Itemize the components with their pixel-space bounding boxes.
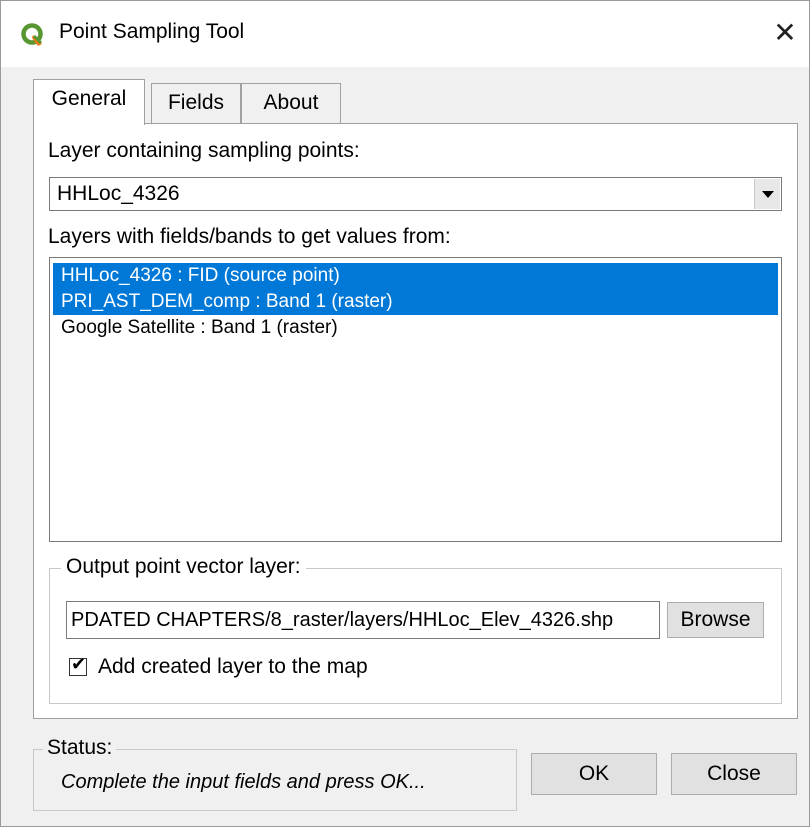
list-item[interactable]: Google Satellite : Band 1 (raster) xyxy=(53,315,778,341)
output-path-input[interactable] xyxy=(67,602,659,638)
sampling-layer-select[interactable]: HHLoc_4326 xyxy=(49,177,782,211)
add-to-map-checkbox[interactable]: ✔ xyxy=(69,654,87,676)
browse-button[interactable]: Browse xyxy=(667,602,764,638)
add-to-map-label: Add created layer to the map xyxy=(98,655,368,678)
source-layers-list[interactable]: HHLoc_4326 : FID (source point) PRI_AST_… xyxy=(49,257,782,542)
sampling-layer-label: Layer containing sampling points: xyxy=(48,139,360,162)
list-item[interactable]: PRI_AST_DEM_comp : Band 1 (raster) xyxy=(53,289,778,315)
source-layers-label: Layers with fields/bands to get values f… xyxy=(48,225,451,248)
list-item[interactable]: HHLoc_4326 : FID (source point) xyxy=(53,263,778,289)
sampling-layer-value: HHLoc_4326 xyxy=(57,182,180,205)
chevron-down-icon[interactable] xyxy=(754,179,780,209)
point-sampling-dialog: Point Sampling Tool ✕ General Fields Abo… xyxy=(0,0,810,827)
output-path-field[interactable] xyxy=(66,601,660,639)
checkmark-icon: ✔ xyxy=(71,654,87,675)
output-group-label: Output point vector layer: xyxy=(61,555,306,579)
